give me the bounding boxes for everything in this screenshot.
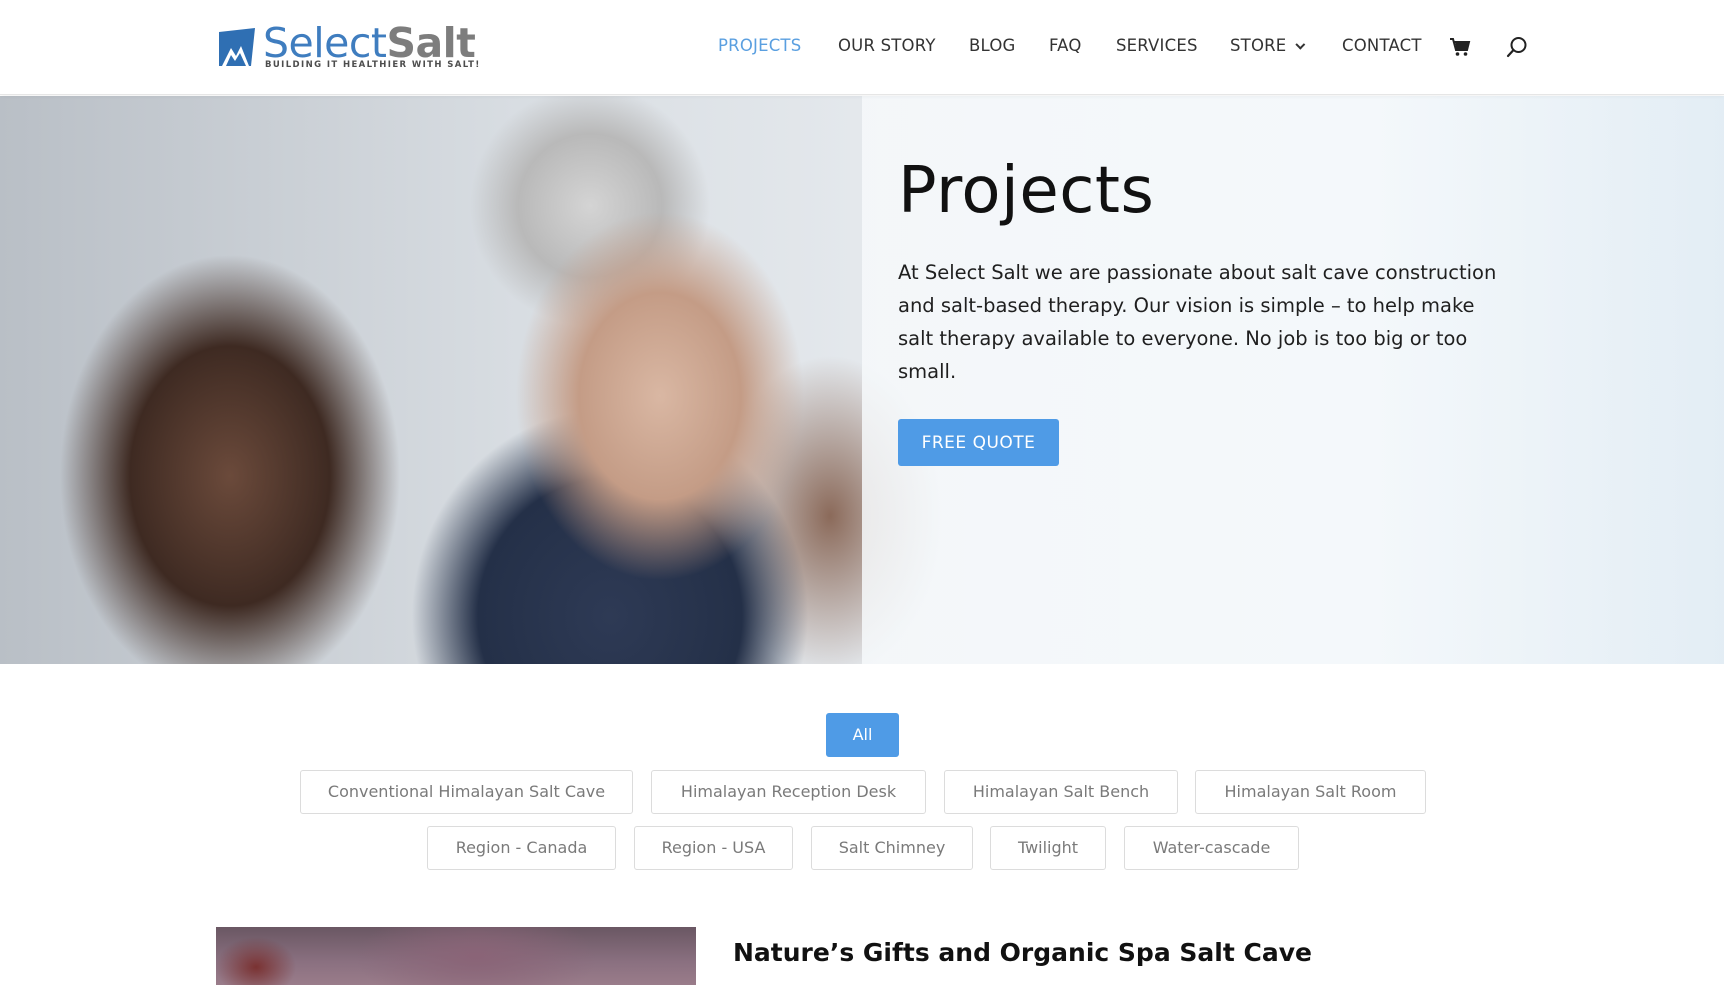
nav-store-label: STORE — [1230, 36, 1287, 55]
project-thumbnail[interactable] — [216, 927, 696, 985]
project-title[interactable]: Nature’s Gifts and Organic Spa Salt Cave — [733, 938, 1312, 967]
nav-projects[interactable]: PROJECTS — [718, 36, 801, 55]
filter-conventional-himalayan-salt-cave[interactable]: Conventional Himalayan Salt Cave — [300, 770, 633, 814]
nav-store[interactable]: STORE — [1230, 36, 1306, 55]
nav-contact[interactable]: CONTACT — [1342, 36, 1422, 55]
nav-blog[interactable]: BLOG — [969, 36, 1016, 55]
site-header: SelectSalt BUILDING IT HEALTHIER WITH SA… — [0, 0, 1724, 95]
filter-himalayan-salt-bench[interactable]: Himalayan Salt Bench — [944, 770, 1178, 814]
filter-salt-chimney[interactable]: Salt Chimney — [811, 826, 973, 870]
search-icon[interactable] — [1506, 36, 1528, 62]
logo[interactable]: SelectSalt BUILDING IT HEALTHIER WITH SA… — [219, 20, 481, 72]
page-title: Projects — [898, 154, 1155, 228]
filter-twilight[interactable]: Twilight — [990, 826, 1106, 870]
cart-icon[interactable] — [1449, 37, 1471, 61]
nav-our-story[interactable]: OUR STORY — [838, 36, 936, 55]
filter-water-cascade[interactable]: Water-cascade — [1124, 826, 1299, 870]
hero-section: Projects At Select Salt we are passionat… — [0, 96, 1724, 664]
filter-region-canada[interactable]: Region - Canada — [427, 826, 616, 870]
free-quote-button[interactable]: FREE QUOTE — [898, 419, 1059, 466]
chevron-down-icon — [1295, 39, 1306, 50]
nav-faq[interactable]: FAQ — [1049, 36, 1082, 55]
filter-all[interactable]: All — [826, 713, 899, 757]
mountain-logo-icon — [219, 28, 255, 66]
filter-himalayan-salt-room[interactable]: Himalayan Salt Room — [1195, 770, 1426, 814]
filter-himalayan-reception-desk[interactable]: Himalayan Reception Desk — [651, 770, 926, 814]
nav-services[interactable]: SERVICES — [1116, 36, 1198, 55]
hero-description: At Select Salt we are passionate about s… — [898, 261, 1497, 383]
logo-tagline: BUILDING IT HEALTHIER WITH SALT! — [265, 60, 481, 70]
filter-region-usa[interactable]: Region - USA — [634, 826, 793, 870]
